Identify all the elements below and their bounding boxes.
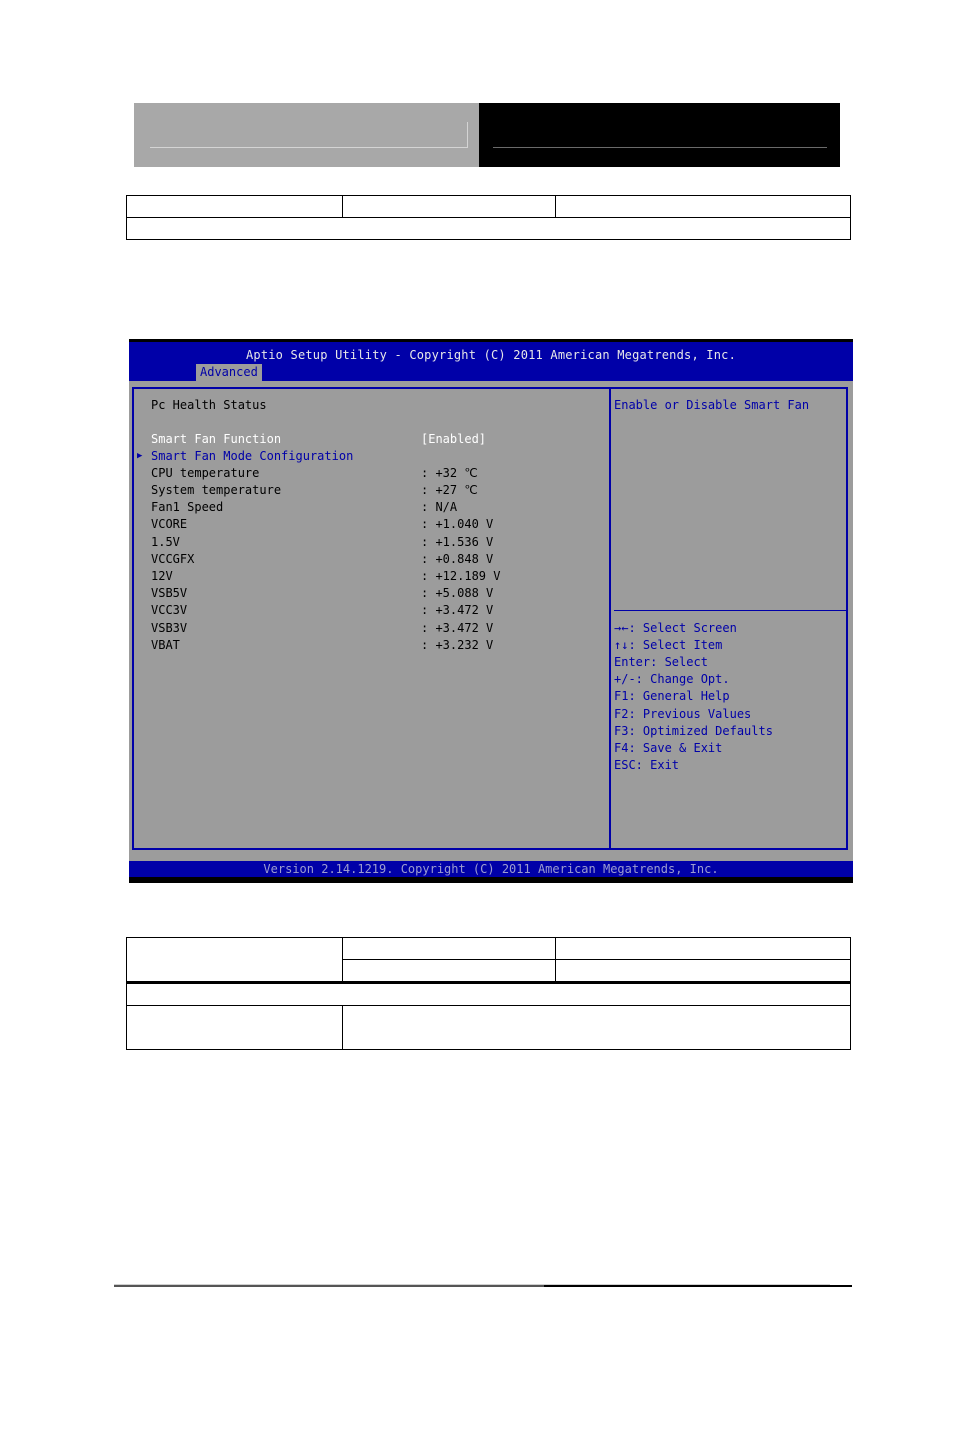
reading-value: : +3.232 V [421,638,494,652]
header-banner-left [134,103,479,167]
bios-title-bar: Aptio Setup Utility - Copyright (C) 2011… [129,342,853,381]
key-help-item: Enter: Select [614,655,708,669]
submenu-smart-fan-mode-configuration[interactable]: Smart Fan Mode Configuration [151,448,353,465]
table-cell [126,195,343,218]
setting-smart-fan-function[interactable]: Smart Fan Function [Enabled] [151,431,486,448]
table-cell [555,937,851,960]
reading-label: VCORE [151,517,188,531]
reading-row: VSB5V : +5.088 V [151,585,493,602]
reading-value: : +0.848 V [421,552,494,566]
table-cell [342,1005,851,1050]
table-row [126,981,851,1006]
help-description: Enable or Disable Smart Fan [614,398,810,412]
reading-row: System temperature : +27 ℃ [151,482,478,499]
table-cell [126,981,851,1006]
bios-setup-screen: Aptio Setup Utility - Copyright (C) 2011… [129,339,853,883]
tab-advanced[interactable]: Advanced [196,364,262,381]
table-cell [342,195,556,218]
reading-value: : +12.189 V [421,569,501,583]
setting-label: Smart Fan Function [151,432,282,446]
key-help-item: F2: Previous Values [614,707,752,721]
key-help-item: +/-: Change Opt. [614,672,730,686]
table-cell [126,217,851,240]
info-table-bottom [126,937,851,1050]
reading-row: Fan1 Speed : N/A [151,499,457,516]
bios-version-text: Version 2.14.1219. Copyright (C) 2011 Am… [263,862,719,876]
table-row [126,217,851,240]
bios-footer-bar: Version 2.14.1219. Copyright (C) 2011 Am… [129,861,853,877]
reading-label: VCC3V [151,603,188,617]
key-help-item: ↑↓: Select Item [614,638,723,652]
submenu-arrow-icon: ▶ [137,451,143,461]
reading-value: : +32 ℃ [421,466,478,480]
table-cell [342,937,556,960]
reading-label: VSB5V [151,586,188,600]
banner-rule [467,122,468,148]
footer-rule [114,1285,544,1287]
key-help-item: ESC: Exit [614,758,680,772]
reading-row: VBAT : +3.232 V [151,637,493,654]
reading-value: : +1.536 V [421,535,494,549]
key-help-item: F4: Save & Exit [614,741,723,755]
reading-row: 1.5V : +1.536 V [151,534,493,551]
section-title: Pc Health Status [151,397,267,414]
banner-rule [150,147,468,148]
reading-row: 12V : +12.189 V [151,568,500,585]
reading-label: System temperature [151,483,282,497]
section-title-text: Pc Health Status [151,398,267,412]
reading-label: VSB3V [151,621,188,635]
help-separator [614,610,846,611]
footer-rule [544,1285,852,1287]
reading-label: CPU temperature [151,466,260,480]
reading-row: VCC3V : +3.472 V [151,602,493,619]
table-cell [555,959,851,984]
reading-label: 1.5V [151,535,180,549]
reading-value: : +3.472 V [421,603,494,617]
key-help-item: →←: Select Screen [614,621,737,635]
table-cell [126,937,343,983]
key-help-item: F1: General Help [614,689,730,703]
reading-label: VCCGFX [151,552,195,566]
reading-value: : +1.040 V [421,517,494,531]
info-table-top [126,195,851,240]
reading-label: VBAT [151,638,180,652]
table-cell [126,1005,343,1050]
setting-value[interactable]: [Enabled] [421,431,486,448]
reading-label: 12V [151,569,173,583]
submenu-label: Smart Fan Mode Configuration [151,449,354,463]
reading-value: : N/A [421,500,458,514]
bios-panel-divider [609,387,611,850]
reading-row: VCCGFX : +0.848 V [151,551,493,568]
reading-label: Fan1 Speed [151,500,224,514]
banner-rule [493,147,827,148]
bios-title: Aptio Setup Utility - Copyright (C) 2011… [245,348,737,362]
table-row [126,1005,851,1050]
table-cell [342,959,556,984]
reading-row: CPU temperature : +32 ℃ [151,465,478,482]
table-row [126,937,851,983]
reading-row: VSB3V : +3.472 V [151,620,493,637]
reading-row: VCORE : +1.040 V [151,516,493,533]
key-help-item: F3: Optimized Defaults [614,724,773,738]
reading-value: : +5.088 V [421,586,494,600]
reading-value: : +27 ℃ [421,483,478,497]
reading-value: : +3.472 V [421,621,494,635]
bios-bottom-edge [129,877,853,883]
table-row [126,195,851,218]
header-banner-right [479,103,840,167]
table-cell [555,195,851,218]
